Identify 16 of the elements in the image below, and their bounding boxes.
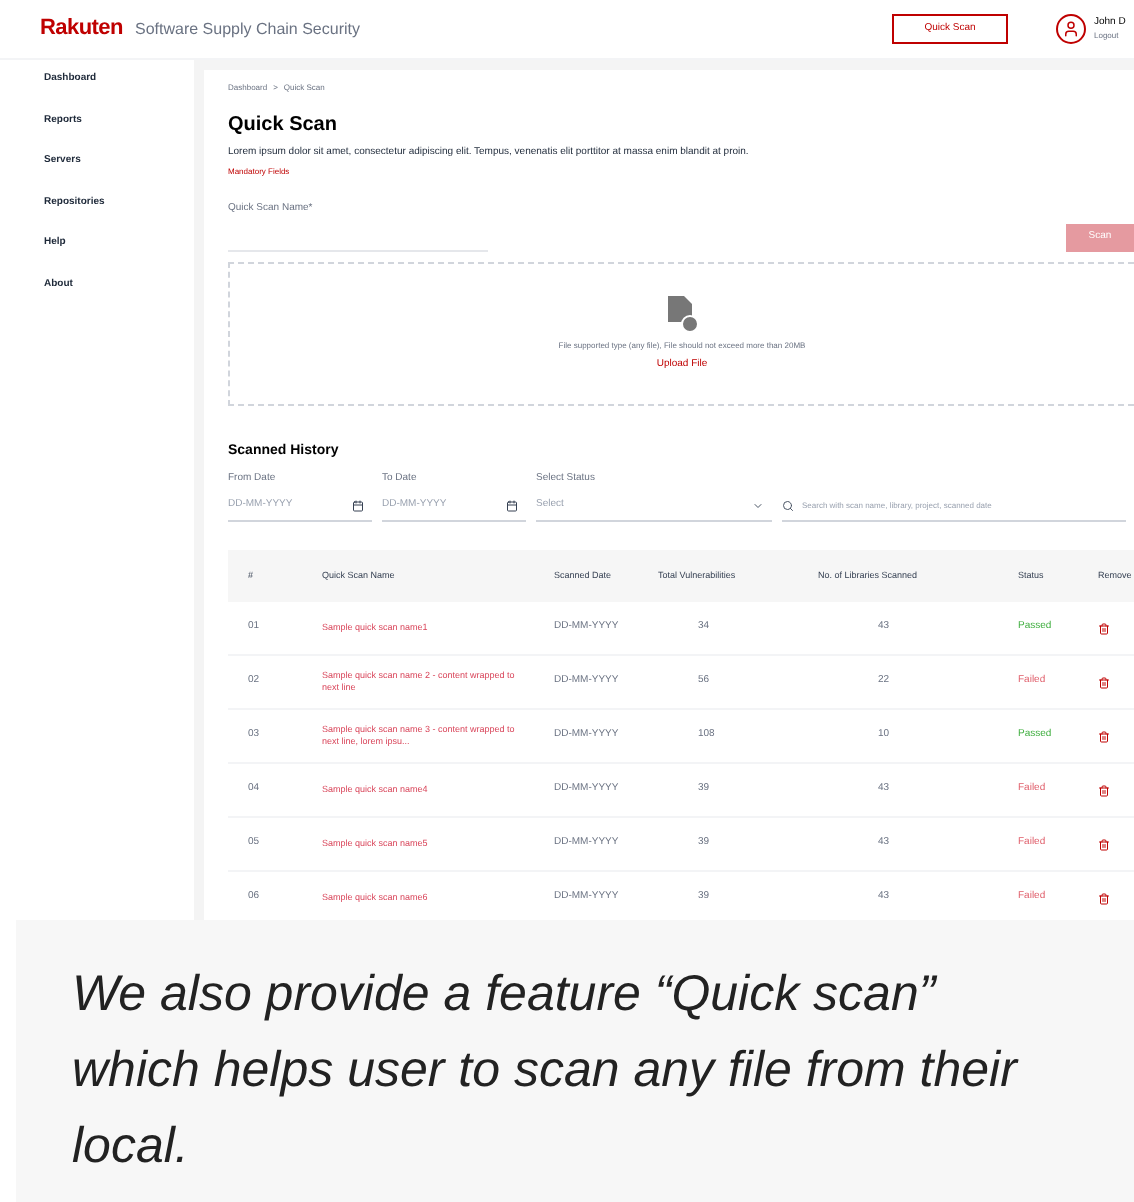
avatar-icon[interactable] xyxy=(1056,14,1086,44)
trash-icon[interactable] xyxy=(1098,783,1110,797)
trash-icon[interactable] xyxy=(1098,621,1110,635)
search-icon xyxy=(782,500,794,512)
trash-icon[interactable] xyxy=(1098,729,1110,743)
file-icon xyxy=(666,294,698,335)
caption-text: We also provide a feature “Quick scan” which helps user to scan any file from their local. xyxy=(72,964,1021,1178)
trash-icon[interactable] xyxy=(1098,837,1110,851)
calendar-icon xyxy=(352,500,364,512)
app-title: Software Supply Chain Security xyxy=(134,17,360,41)
calendar-icon xyxy=(506,500,518,512)
trash-icon[interactable] xyxy=(1098,675,1110,689)
page-title: Quick Scan xyxy=(228,112,339,140)
trash-icon[interactable] xyxy=(1098,891,1110,905)
chevron-down-icon xyxy=(752,500,764,512)
logo: Rakuten xyxy=(40,14,123,45)
